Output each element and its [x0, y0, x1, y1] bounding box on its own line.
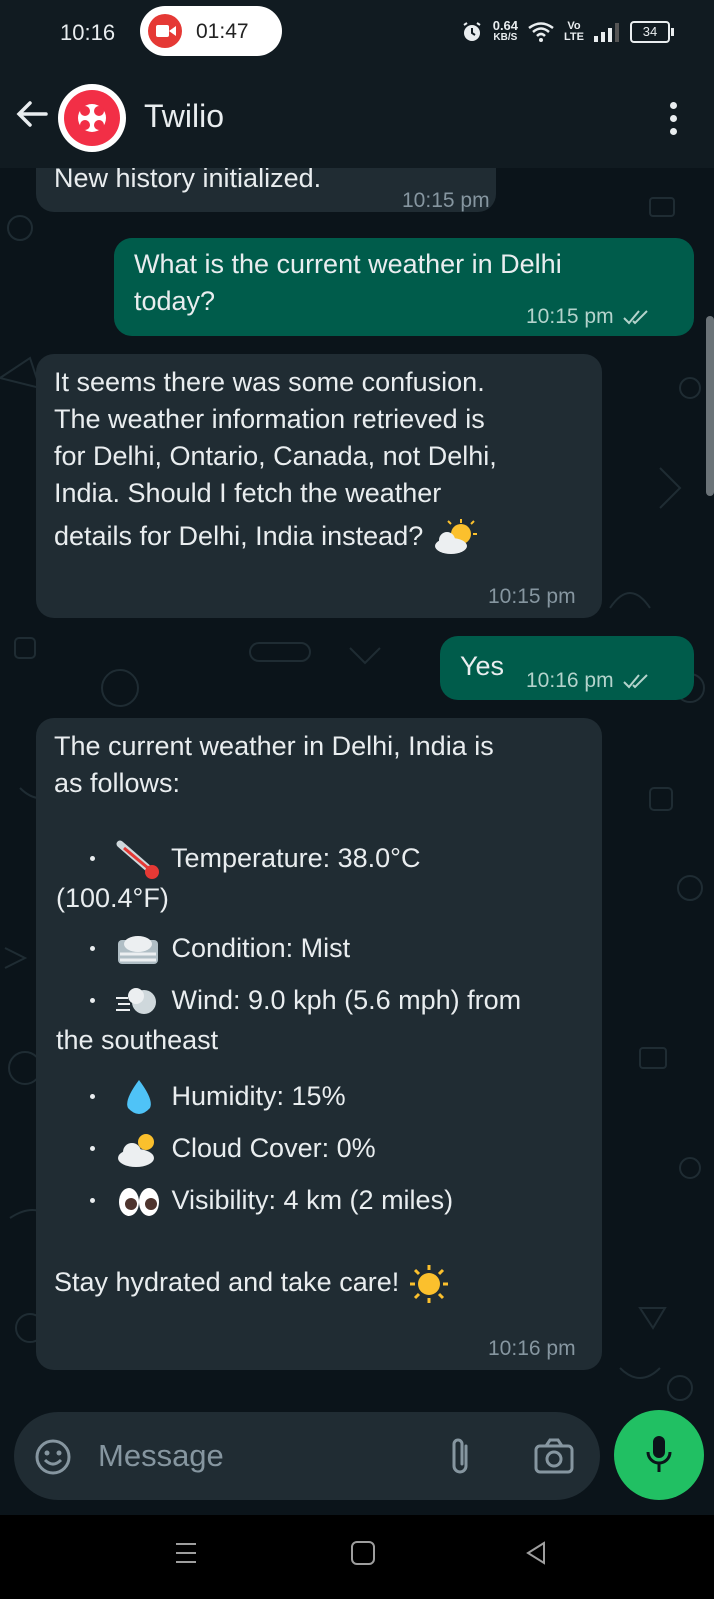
droplet-icon: [127, 1080, 151, 1114]
status-icons: 0.64 KB/S Vo LTE 34: [461, 18, 674, 46]
item-text: Temperature: 38.0°C: [171, 843, 421, 874]
message-time: 10:15 pm: [526, 298, 653, 335]
item-continuation: (100.4°F): [56, 883, 169, 913]
fog-icon: [118, 936, 158, 964]
list-item: Cloud Cover: 0%: [90, 1130, 584, 1182]
item-text: Wind: 9.0 kph (5.6 mph) from: [171, 985, 522, 1016]
message-line: It seems there was some confusion.: [54, 367, 485, 397]
system-nav-bar: [0, 1515, 714, 1599]
message-line: today?: [134, 286, 216, 316]
outgoing-message[interactable]: Yes 10:16 pm: [440, 636, 694, 700]
emoji-icon[interactable]: [34, 1438, 72, 1476]
sun-behind-cloud-icon: [118, 1134, 154, 1167]
network-speed-value: 0.64: [492, 18, 519, 33]
message-time: 10:16 pm: [526, 662, 653, 699]
message-line: The weather information retrieved is: [54, 404, 485, 434]
incoming-message[interactable]: New history initialized. 10:15 pm: [36, 168, 496, 212]
message-text: New history initialized.: [54, 168, 322, 193]
double-check-icon: [623, 310, 649, 325]
battery-indicator: 34: [630, 21, 674, 43]
list-item: Condition: Mist: [90, 930, 584, 982]
scrollbar[interactable]: [706, 316, 714, 496]
item-text: Visibility: 4 km (2 miles): [171, 1185, 454, 1216]
wind-icon: [116, 988, 156, 1014]
message-time: 10:16 pm: [488, 1337, 576, 1360]
list-item: Visibility: 4 km (2 miles): [90, 1182, 584, 1234]
message-text: Yes: [460, 651, 505, 681]
attach-icon[interactable]: [446, 1436, 476, 1478]
item-continuation: the southeast: [56, 1025, 219, 1055]
message-line: details for Delhi, India instead?: [54, 521, 424, 552]
incoming-message[interactable]: It seems there was some confusion. The w…: [36, 354, 602, 618]
message-time: 10:15 pm: [488, 585, 576, 608]
network-speed: 0.64 KB/S: [492, 18, 519, 44]
message-line: for Delhi, Ontario, Canada, not Delhi,: [54, 441, 497, 471]
list-item: Wind: 9.0 kph (5.6 mph) from the southea…: [56, 982, 584, 1078]
alarm-icon: [463, 22, 481, 41]
message-time-text: 10:16 pm: [526, 669, 614, 692]
wifi-icon: [528, 22, 554, 42]
back-nav-icon[interactable]: [524, 1541, 548, 1565]
back-arrow-icon[interactable]: [14, 96, 50, 132]
item-text: Cloud Cover: 0%: [171, 1133, 376, 1164]
status-time: 10:16: [60, 20, 116, 45]
video-record-icon: [148, 14, 182, 48]
message-time-text: 10:15 pm: [526, 305, 614, 328]
thermometer-icon: [116, 840, 159, 879]
double-check-icon: [623, 674, 649, 689]
message-line: India. Should I fetch the weather: [54, 478, 442, 508]
message-composer[interactable]: Message: [14, 1412, 600, 1500]
message-line: as follows:: [54, 768, 181, 798]
volte-label-bottom: LTE: [564, 31, 584, 43]
closing-text: Stay hydrated and take care!: [54, 1267, 400, 1298]
volte-indicator: Vo LTE: [564, 21, 584, 43]
message-input[interactable]: Message: [98, 1438, 224, 1474]
avatar[interactable]: [58, 84, 126, 152]
message-line: What is the current weather in Delhi: [134, 249, 562, 279]
network-speed-unit: KB/S: [493, 32, 518, 43]
outgoing-message[interactable]: What is the current weather in Delhi tod…: [114, 238, 694, 336]
weather-list: Temperature: 38.0°C (100.4°F) Condition:…: [56, 840, 584, 1234]
signal-icon: [594, 23, 619, 42]
status-bar: 10:16 01:47 0.64 KB/S Vo LTE 34: [0, 0, 714, 66]
twilio-logo-icon: [64, 90, 120, 146]
contact-name[interactable]: Twilio: [144, 98, 224, 135]
item-text: Condition: Mist: [171, 933, 351, 964]
recents-icon[interactable]: [174, 1541, 198, 1565]
incoming-message[interactable]: The current weather in Delhi, India is a…: [36, 718, 602, 1370]
mic-button[interactable]: [614, 1410, 704, 1500]
list-item: Humidity: 15%: [90, 1078, 584, 1130]
message-time: 10:15 pm: [402, 189, 490, 212]
message-line: The current weather in Delhi, India is: [54, 731, 494, 761]
home-icon[interactable]: [350, 1541, 376, 1565]
camera-icon[interactable]: [534, 1438, 574, 1474]
chat-area[interactable]: New history initialized. 10:15 pm What i…: [0, 168, 714, 1418]
screen-recording-pill[interactable]: 01:47: [140, 6, 282, 56]
eyes-icon: [119, 1188, 159, 1216]
item-text: Humidity: 15%: [171, 1081, 346, 1112]
recording-timer: 01:47: [196, 20, 249, 43]
sun-icon: [409, 1265, 448, 1303]
more-options-icon[interactable]: [670, 102, 678, 141]
sun-behind-cloud-icon: [434, 519, 477, 554]
microphone-icon: [646, 1436, 672, 1472]
list-item: Temperature: 38.0°C (100.4°F): [56, 840, 584, 930]
chat-header: Twilio: [0, 66, 714, 168]
